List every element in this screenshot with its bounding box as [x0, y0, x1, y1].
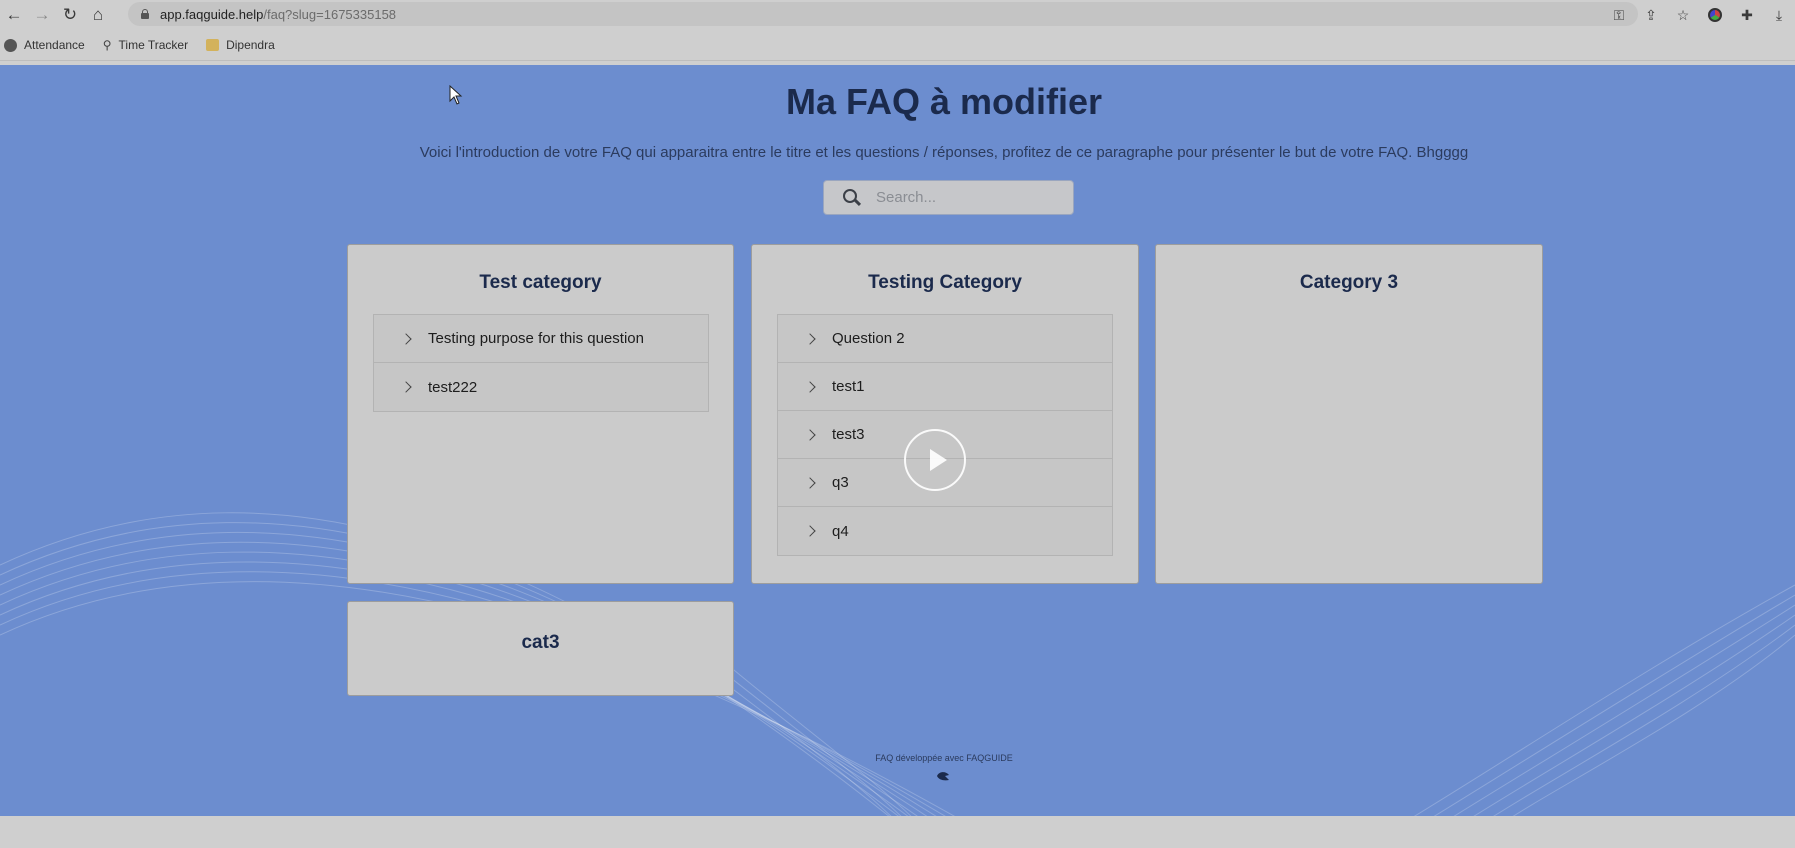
- bookmark-dipendra[interactable]: Dipendra: [206, 38, 275, 52]
- search-input[interactable]: [874, 188, 1058, 207]
- faq-intro: Voici l'introduction de votre FAQ qui ap…: [419, 144, 1469, 161]
- chevron-right-icon: [804, 476, 816, 489]
- chevron-right-icon: [804, 380, 816, 393]
- chevron-right-icon: [400, 332, 412, 345]
- bookmarks-bar: Attendance ⚲ Time Tracker Dipendra: [0, 30, 1795, 61]
- question-item[interactable]: test222: [374, 363, 708, 411]
- bookmark-attendance[interactable]: Attendance: [4, 38, 85, 52]
- search-box[interactable]: [823, 180, 1074, 215]
- page-title: Ma FAQ à modifier: [785, 81, 1103, 122]
- chevron-right-icon: [804, 525, 816, 537]
- play-button-icon[interactable]: [904, 429, 966, 491]
- chevron-right-icon: [804, 332, 816, 345]
- profile-icon[interactable]: [1703, 3, 1727, 27]
- category-title: Testing Category: [868, 272, 1022, 293]
- category-title: Test category: [479, 272, 602, 293]
- question-item[interactable]: q4: [778, 507, 1112, 555]
- home-icon[interactable]: ⌂: [84, 1, 112, 29]
- category-card-category-3: Category 3: [1155, 244, 1543, 584]
- faq-page: Ma FAQ à modifier Voici l'introduction d…: [0, 65, 1795, 816]
- footer-credit: FAQ développée avec FAQGUIDE: [875, 753, 1013, 763]
- category-card-cat3: cat3: [347, 601, 734, 696]
- extensions-icon[interactable]: ✚: [1735, 3, 1759, 27]
- folder-icon: [206, 39, 220, 51]
- back-arrow-icon[interactable]: ←: [0, 1, 28, 29]
- category-card-testing-category: Testing Category Question 2 test1 test3 …: [751, 244, 1139, 584]
- address-bar[interactable]: app.faqguide.help/faq?slug=1675335158: [128, 2, 1638, 26]
- share-icon[interactable]: ⇪: [1639, 3, 1663, 27]
- faqguide-logo-icon[interactable]: [936, 770, 950, 782]
- category-title: Category 3: [1299, 272, 1399, 293]
- star-icon[interactable]: ☆: [1671, 3, 1695, 27]
- reload-icon[interactable]: ↻: [56, 1, 84, 29]
- chevron-right-icon: [804, 428, 816, 441]
- bookmark-time-tracker[interactable]: ⚲ Time Tracker: [103, 38, 188, 52]
- search-icon: [842, 188, 862, 208]
- key-icon[interactable]: ⚿: [1607, 3, 1631, 27]
- download-icon[interactable]: ⤓: [1767, 3, 1791, 27]
- chevron-right-icon: [400, 381, 412, 393]
- question-item[interactable]: Testing purpose for this question: [374, 315, 708, 363]
- question-item[interactable]: test1: [778, 363, 1112, 411]
- question-item[interactable]: Question 2: [778, 315, 1112, 363]
- question-list: Testing purpose for this question test22…: [373, 314, 709, 412]
- forward-arrow-icon[interactable]: →: [28, 1, 56, 29]
- category-title: cat3: [521, 632, 560, 653]
- bottom-strip: [0, 816, 1795, 848]
- lock-icon: [140, 9, 150, 19]
- runner-icon: ⚲: [102, 38, 112, 52]
- globe-icon: [4, 38, 17, 52]
- browser-toolbar: ← → ↻ ⌂ app.faqguide.help/faq?slug=16753…: [0, 0, 1795, 30]
- category-card-test-category: Test category Testing purpose for this q…: [347, 244, 734, 584]
- url-text: app.faqguide.help/faq?slug=1675335158: [160, 6, 397, 22]
